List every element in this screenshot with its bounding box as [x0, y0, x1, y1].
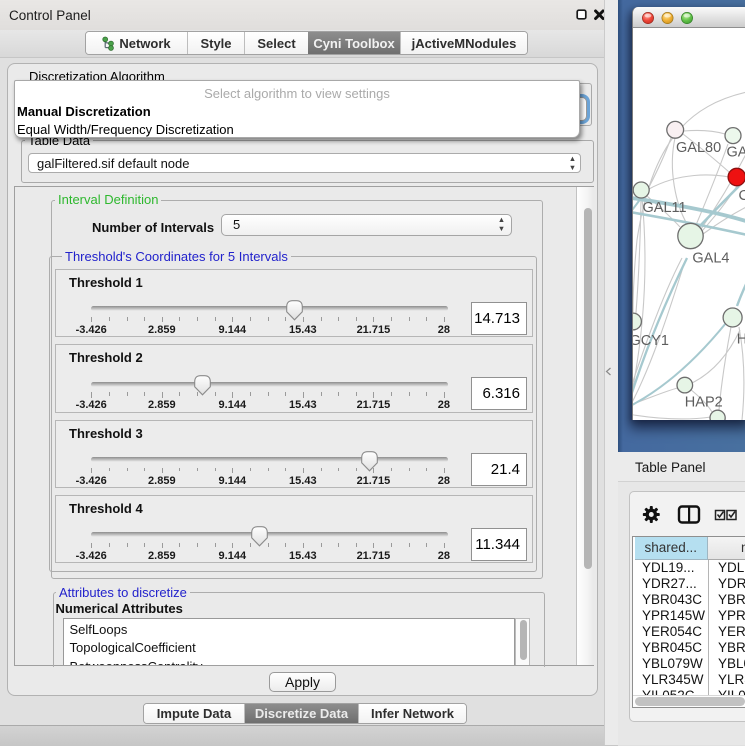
svg-text:GAL4: GAL4 [692, 251, 729, 267]
svg-text:C: C [739, 188, 745, 204]
svg-text:GA: GA [727, 145, 745, 161]
svg-text:GAL11: GAL11 [643, 200, 687, 216]
svg-text:GCY1: GCY1 [633, 333, 669, 349]
svg-text:H: H [737, 332, 745, 348]
svg-text:HAP2: HAP2 [685, 395, 723, 411]
svg-text:GAL80: GAL80 [676, 140, 721, 156]
